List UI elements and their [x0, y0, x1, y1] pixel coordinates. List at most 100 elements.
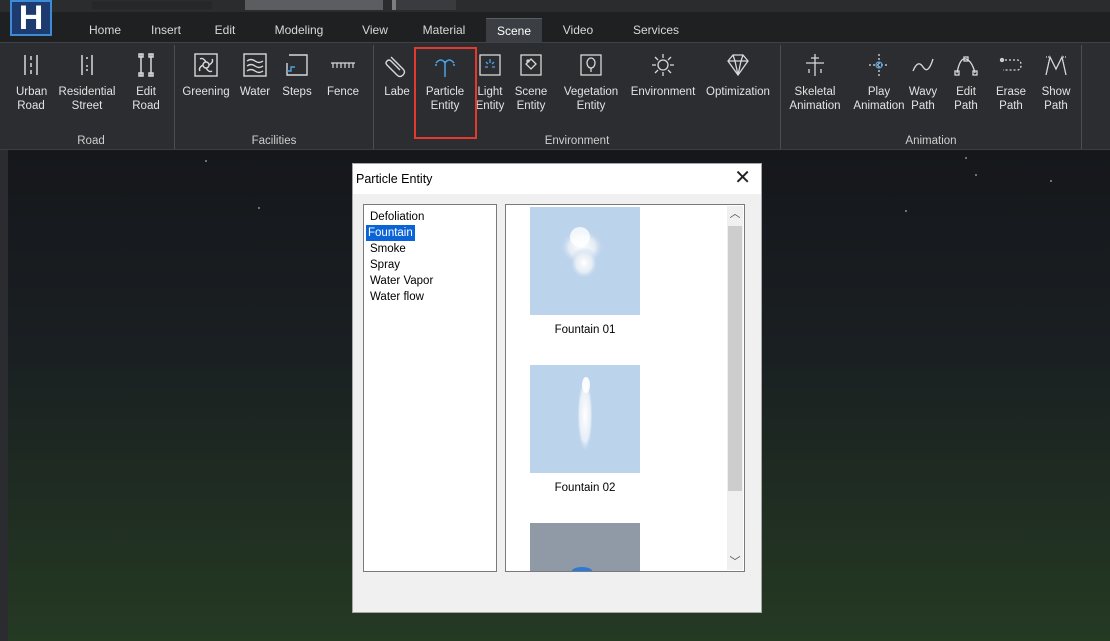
vegetation-entity-button[interactable]: Vegetation Entity	[558, 51, 624, 113]
fountain-02-image	[530, 365, 640, 473]
particle-thumbnail-gallery: Fountain 01 Fountain 02 ︿ ﹀	[505, 204, 745, 572]
list-item-fountain[interactable]: Fountain	[366, 225, 415, 241]
edit-path-label: Edit Path	[954, 86, 978, 112]
list-item-smoke[interactable]: Smoke	[366, 241, 410, 257]
fence-button[interactable]: Fence	[323, 51, 363, 99]
tab-view[interactable]: View	[358, 18, 392, 42]
edit-road-button[interactable]: Edit Road	[128, 51, 164, 113]
star	[258, 207, 260, 209]
skeletal-animation-label: Skeletal Animation	[789, 86, 841, 112]
title-bar-tab[interactable]	[245, 0, 383, 10]
urban-road-label: Urban Road	[16, 86, 48, 112]
particle-entity-dialog: Particle Entity ✕ Defoliation Fountain S…	[352, 163, 762, 613]
environment-button[interactable]: Environment	[626, 51, 700, 99]
wavy-path-button[interactable]: Wavy Path	[905, 51, 941, 113]
scroll-down-icon[interactable]: ﹀	[727, 554, 743, 570]
erase-path-label: Erase Path	[995, 86, 1027, 112]
list-item-water-vapor[interactable]: Water Vapor	[366, 273, 437, 289]
close-icon[interactable]: ✕	[734, 167, 751, 189]
star	[975, 174, 977, 176]
erase-path-icon	[997, 51, 1025, 79]
tab-scene[interactable]: Scene	[486, 18, 542, 43]
scene-entity-label: Scene Entity	[514, 86, 548, 112]
scene-entity-icon	[517, 51, 545, 79]
tab-modeling[interactable]: Modeling	[270, 18, 328, 42]
label-label: Labe	[384, 86, 410, 98]
star	[1050, 180, 1052, 182]
gallery-scrollbar[interactable]: ︿ ﹀	[727, 206, 743, 570]
ribbon-group-environment: Labe Particle Entity Light Entity Scene …	[374, 45, 781, 149]
edit-road-label: Edit Road	[132, 86, 160, 112]
tab-video[interactable]: Video	[558, 18, 598, 42]
edit-path-icon	[952, 51, 980, 79]
ribbon-group-road: Urban Road Residential Street Edit Road …	[8, 45, 175, 149]
tab-insert[interactable]: Insert	[146, 18, 186, 42]
star	[965, 157, 967, 159]
particle-entity-label: Particle Entity	[425, 86, 465, 112]
dialog-title-bar[interactable]: Particle Entity ✕	[353, 164, 761, 194]
play-animation-label: Play Animation	[853, 86, 905, 112]
group-label-road: Road	[77, 135, 105, 147]
scene-entity-button[interactable]: Scene Entity	[514, 51, 548, 113]
steps-button[interactable]: Steps	[279, 51, 315, 99]
tab-services[interactable]: Services	[628, 18, 684, 42]
wavy-path-icon	[909, 51, 937, 79]
show-path-button[interactable]: Show Path	[1037, 51, 1075, 113]
show-path-label: Show Path	[1041, 86, 1071, 112]
ribbon-group-animation: Skeletal Animation Play Animation Wavy P…	[781, 45, 1082, 149]
left-edge-bar	[0, 150, 8, 641]
optimization-button[interactable]: Optimization	[702, 51, 774, 99]
steps-icon	[283, 51, 311, 79]
scrollbar-thumb[interactable]	[728, 226, 742, 491]
light-entity-icon	[476, 51, 504, 79]
list-item-spray[interactable]: Spray	[366, 257, 404, 273]
group-label-environment: Environment	[544, 135, 610, 147]
edit-road-icon	[132, 51, 160, 79]
light-entity-button[interactable]: Light Entity	[472, 51, 508, 113]
residential-street-button[interactable]: Residential Street	[54, 51, 120, 113]
light-entity-label: Light Entity	[475, 86, 505, 112]
star	[905, 210, 907, 212]
vegetation-entity-label: Vegetation Entity	[563, 86, 619, 112]
edit-path-button[interactable]: Edit Path	[949, 51, 983, 113]
play-animation-button[interactable]: Play Animation	[847, 51, 911, 113]
skeletal-animation-button[interactable]: Skeletal Animation	[783, 51, 847, 113]
title-bar	[0, 0, 1110, 12]
group-label-facilities: Facilities	[251, 135, 297, 147]
tab-home[interactable]: Home	[82, 18, 128, 42]
wavy-path-label: Wavy Path	[908, 86, 938, 112]
fountain-02-caption: Fountain 02	[554, 482, 616, 494]
greening-button[interactable]: Greening	[179, 51, 233, 99]
fountain-01-caption: Fountain 01	[554, 324, 616, 336]
fence-label: Fence	[327, 86, 359, 98]
water-button[interactable]: Water	[235, 51, 275, 99]
fountain-03-image	[530, 523, 640, 571]
title-bar-field	[92, 1, 212, 9]
greening-icon	[192, 51, 220, 79]
thumbnail-fountain-03[interactable]	[530, 523, 640, 571]
urban-road-button[interactable]: Urban Road	[16, 51, 48, 113]
scroll-up-icon[interactable]: ︿	[727, 206, 743, 222]
list-item-defoliation[interactable]: Defoliation	[366, 209, 428, 225]
water-icon	[241, 51, 269, 79]
list-item-water-flow[interactable]: Water flow	[366, 289, 428, 305]
erase-path-button[interactable]: Erase Path	[993, 51, 1029, 113]
label-button[interactable]: Labe	[380, 51, 414, 99]
fountain-01-image	[530, 207, 640, 315]
dialog-title: Particle Entity	[356, 172, 433, 186]
menu-tab-bar: Home Insert Edit Modeling View Material …	[60, 12, 1110, 43]
title-bar-tab-2[interactable]	[392, 0, 456, 10]
thumbnail-fountain-01[interactable]: Fountain 01	[530, 207, 640, 336]
app-logo[interactable]: H	[10, 0, 52, 36]
urban-road-icon	[17, 51, 45, 79]
residential-street-icon	[73, 51, 101, 79]
tab-material[interactable]: Material	[416, 18, 472, 42]
category-list[interactable]: Defoliation Fountain Smoke Spray Water V…	[363, 204, 497, 572]
particle-entity-button[interactable]: Particle Entity	[422, 51, 468, 113]
play-animation-icon	[865, 51, 893, 79]
thumbnail-fountain-02[interactable]: Fountain 02	[530, 365, 640, 494]
tab-edit[interactable]: Edit	[210, 18, 240, 42]
water-label: Water	[239, 86, 271, 98]
steps-label: Steps	[282, 86, 312, 98]
residential-street-label: Residential Street	[58, 86, 116, 112]
